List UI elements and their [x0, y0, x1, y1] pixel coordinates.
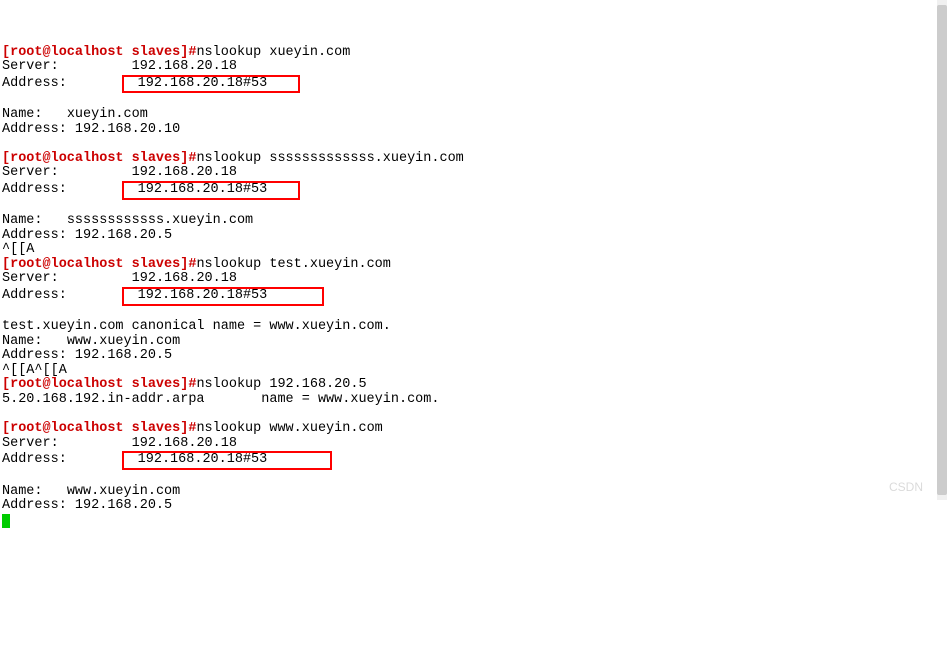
terminal-cursor — [2, 514, 10, 529]
shell-prompt: [root@localhost slaves]# — [2, 377, 196, 392]
canonical-line: test.xueyin.com canonical name = www.xue… — [2, 319, 391, 334]
escape-sequence: ^[[A — [2, 242, 34, 257]
result-address-label: Address: — [2, 228, 67, 243]
address-highlight: 192.168.20.18#53 — [122, 287, 324, 306]
result-name-value: www.xueyin.com — [67, 334, 180, 349]
scrollbar-thumb[interactable] — [937, 5, 947, 495]
shell-prompt: [root@localhost slaves]# — [2, 151, 196, 166]
server-label: Server: — [2, 59, 59, 74]
address-label: Address: — [2, 76, 67, 91]
result-address-label: Address: — [2, 498, 67, 513]
server-value: 192.168.20.18 — [132, 436, 237, 451]
escape-sequence: ^[[A^[[A — [2, 363, 67, 378]
result-address-label: Address: — [2, 122, 67, 137]
result-name-label: Name: — [2, 107, 43, 122]
server-value: 192.168.20.18 — [132, 59, 237, 74]
address-value: 192.168.20.18#53 — [138, 452, 268, 467]
result-name-value: www.xueyin.com — [67, 484, 180, 499]
result-name-label: Name: — [2, 334, 43, 349]
server-value: 192.168.20.18 — [132, 271, 237, 286]
scrollbar[interactable] — [937, 0, 947, 500]
result-address-value: 192.168.20.5 — [75, 348, 172, 363]
result-name-value: xueyin.com — [67, 107, 148, 122]
result-name-label: Name: — [2, 213, 43, 228]
result-address-value: 192.168.20.5 — [75, 228, 172, 243]
terminal-output: [root@localhost slaves]#nslookup xueyin.… — [2, 46, 947, 529]
address-value: 192.168.20.18#53 — [138, 288, 268, 303]
result-address-label: Address: — [2, 348, 67, 363]
server-label: Server: — [2, 165, 59, 180]
result-name-label: Name: — [2, 484, 43, 499]
address-highlight: 192.168.20.18#53 — [122, 181, 300, 200]
address-label: Address: — [2, 182, 67, 197]
address-highlight: 192.168.20.18#53 — [122, 75, 300, 94]
command-text: nslookup sssssssssssss.xueyin.com — [196, 151, 463, 166]
command-text: nslookup www.xueyin.com — [196, 421, 382, 436]
command-text: nslookup test.xueyin.com — [196, 257, 390, 272]
command-text: nslookup xueyin.com — [196, 45, 350, 60]
shell-prompt: [root@localhost slaves]# — [2, 257, 196, 272]
server-label: Server: — [2, 271, 59, 286]
result-address-value: 192.168.20.5 — [75, 498, 172, 513]
shell-prompt: [root@localhost slaves]# — [2, 45, 196, 60]
address-highlight: 192.168.20.18#53 — [122, 451, 332, 470]
command-text: nslookup 192.168.20.5 — [196, 377, 366, 392]
server-value: 192.168.20.18 — [132, 165, 237, 180]
result-address-value: 192.168.20.10 — [75, 122, 180, 137]
result-name-value: ssssssssssss.xueyin.com — [67, 213, 253, 228]
address-value: 192.168.20.18#53 — [138, 182, 268, 197]
address-label: Address: — [2, 452, 67, 467]
address-value: 192.168.20.18#53 — [138, 76, 268, 91]
reverse-lookup-line: 5.20.168.192.in-addr.arpa name = www.xue… — [2, 392, 439, 407]
watermark: CSDN — [889, 481, 923, 494]
server-label: Server: — [2, 436, 59, 451]
shell-prompt: [root@localhost slaves]# — [2, 421, 196, 436]
address-label: Address: — [2, 288, 67, 303]
